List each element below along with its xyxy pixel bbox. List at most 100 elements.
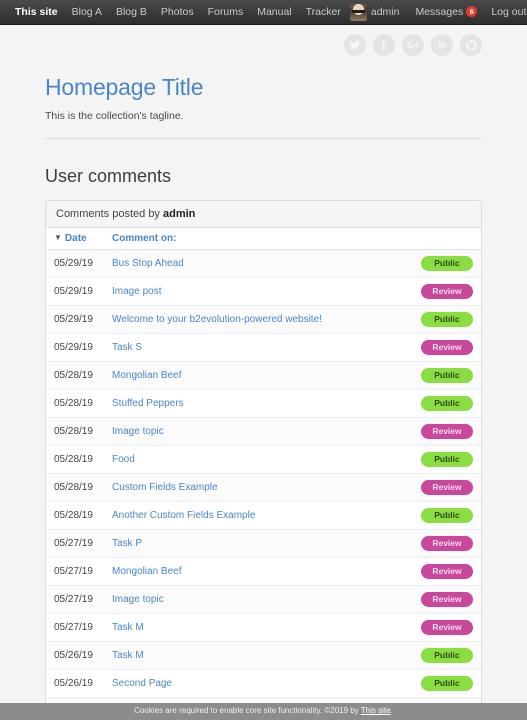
comment-subject-link[interactable]: Another Custom Fields Example — [112, 510, 255, 521]
comment-subject-link[interactable]: Welcome to your b2evolution-powered webs… — [112, 314, 322, 325]
table-row: 05/28/19 Food Public — [46, 445, 481, 474]
comments-panel-title-user: admin — [163, 208, 196, 220]
comment-subject-link[interactable]: Task S — [112, 342, 142, 353]
top-navbar: This site Blog A Blog B Photos Forums Manual T… — [0, 0, 527, 25]
status-badge[interactable]: Public — [421, 452, 473, 467]
comments-table-head: ▼ Date Comment on: — [46, 228, 481, 250]
google-plus-icon[interactable]: G+ — [402, 34, 424, 56]
site-header: Homepage Title This is the collection's … — [45, 60, 482, 122]
nav-logout-link[interactable]: Log out — [484, 0, 527, 24]
user-avatar-icon[interactable] — [349, 3, 367, 21]
comment-subject-link[interactable]: Task M — [112, 622, 144, 633]
cell-status: Public — [411, 445, 481, 474]
table-row: 05/29/19 Task S Review — [46, 333, 481, 362]
nav-link-this-site[interactable]: This site — [8, 0, 65, 24]
nav-user-group[interactable]: admin — [348, 0, 409, 24]
status-badge[interactable]: Review — [421, 592, 473, 607]
page-body: G+ in Homepage Title This is the collecti… — [0, 25, 527, 720]
status-badge[interactable]: Public — [421, 508, 473, 523]
cookie-notice-site-link[interactable]: This site — [361, 706, 391, 715]
table-row: 05/29/19 Welcome to your b2evolution-powe… — [46, 305, 481, 334]
table-row: 05/28/19 Another Custom Fields Example Pub… — [46, 501, 481, 530]
cell-subject: Welcome to your b2evolution-powered webs… — [104, 305, 411, 334]
table-row: 05/28/19 Stuffed Peppers Public — [46, 389, 481, 418]
comment-subject-link[interactable]: Second Page — [112, 678, 172, 689]
nav-link-photos[interactable]: Photos — [154, 0, 201, 24]
cell-status: Review — [411, 585, 481, 614]
nav-link-blog-a[interactable]: Blog A — [65, 0, 109, 24]
cell-status: Review — [411, 417, 481, 446]
cell-date: 05/29/19 — [46, 305, 104, 334]
cell-subject: Image topic — [104, 417, 411, 446]
comment-subject-link[interactable]: Stuffed Peppers — [112, 398, 184, 409]
cell-date: 05/29/19 — [46, 249, 104, 278]
status-badge[interactable]: Public — [421, 396, 473, 411]
cell-subject: Another Custom Fields Example — [104, 501, 411, 530]
nav-username-link[interactable]: admin — [369, 0, 407, 24]
cell-date: 05/27/19 — [46, 557, 104, 586]
status-badge[interactable]: Public — [421, 256, 473, 271]
github-icon[interactable] — [460, 34, 482, 56]
nav-messages-link[interactable]: Messages 6 — [408, 0, 484, 24]
column-header-date-label: Date — [64, 233, 87, 244]
column-header-date[interactable]: ▼ Date — [46, 228, 104, 250]
comments-panel-title-prefix: Comments posted by — [56, 208, 163, 220]
comment-subject-link[interactable]: Image post — [112, 286, 161, 297]
status-badge[interactable]: Review — [421, 340, 473, 355]
twitter-icon[interactable] — [344, 34, 366, 56]
status-badge[interactable]: Review — [421, 424, 473, 439]
cell-status: Public — [411, 305, 481, 334]
cell-subject: Mongolian Beef — [104, 361, 411, 390]
status-badge[interactable]: Public — [421, 648, 473, 663]
comment-subject-link[interactable]: Task P — [112, 538, 142, 549]
facebook-icon[interactable] — [373, 34, 395, 56]
table-row: 05/28/19 Mongolian Beef Public — [46, 361, 481, 390]
status-badge[interactable]: Public — [421, 676, 473, 691]
cell-date: 05/27/19 — [46, 585, 104, 614]
comment-subject-link[interactable]: Task M — [112, 650, 144, 661]
nav-link-forums[interactable]: Forums — [201, 0, 251, 24]
comment-subject-link[interactable]: Mongolian Beef — [112, 370, 182, 381]
cell-status: Public — [411, 501, 481, 530]
cell-date: 05/26/19 — [46, 669, 104, 698]
comment-subject-link[interactable]: Image topic — [112, 426, 164, 437]
status-badge[interactable]: Review — [421, 536, 473, 551]
cell-subject: Task S — [104, 333, 411, 362]
nav-link-manual[interactable]: Manual — [250, 0, 298, 24]
comment-subject-link[interactable]: Custom Fields Example — [112, 482, 218, 493]
status-badge[interactable]: Review — [421, 480, 473, 495]
status-badge[interactable]: Public — [421, 312, 473, 327]
comment-subject-link[interactable]: Image topic — [112, 594, 164, 605]
status-badge[interactable]: Review — [421, 564, 473, 579]
status-badge[interactable]: Review — [421, 620, 473, 635]
comment-subject-link[interactable]: Mongolian Beef — [112, 566, 182, 577]
cell-status: Review — [411, 277, 481, 306]
comment-subject-link[interactable]: Bus Stop Ahead — [112, 258, 184, 269]
cell-subject: Custom Fields Example — [104, 473, 411, 502]
status-badge[interactable]: Public — [421, 368, 473, 383]
sort-desc-icon[interactable]: ▼ — [54, 233, 62, 242]
page-tagline: This is the collection's tagline. — [45, 110, 184, 122]
cell-subject: Task M — [104, 641, 411, 670]
cell-status: Review — [411, 333, 481, 362]
cell-date: 05/27/19 — [46, 529, 104, 558]
cell-date: 05/29/19 — [46, 333, 104, 362]
nav-link-tracker[interactable]: Tracker — [299, 0, 348, 24]
cell-subject: Image topic — [104, 585, 411, 614]
table-row: 05/29/19 Image post Review — [46, 277, 481, 306]
nav-link-blog-b[interactable]: Blog B — [109, 0, 154, 24]
cell-date: 05/28/19 — [46, 417, 104, 446]
status-badge[interactable]: Review — [421, 284, 473, 299]
social-links-row: G+ in — [45, 25, 482, 60]
column-header-subject[interactable]: Comment on: — [104, 228, 481, 250]
table-row: 05/26/19 Second Page Public — [46, 669, 481, 698]
cell-status: Public — [411, 389, 481, 418]
section-title-user-comments: User comments — [45, 166, 172, 186]
nav-messages-label: Messages — [415, 6, 464, 18]
comments-panel: Comments posted by admin ▼ Date Comment o… — [45, 200, 482, 720]
linkedin-icon[interactable]: in — [431, 34, 453, 56]
comment-subject-link[interactable]: Food — [112, 454, 135, 465]
cell-subject: Image post — [104, 277, 411, 306]
cell-subject: Task M — [104, 613, 411, 642]
cell-date: 05/27/19 — [46, 613, 104, 642]
